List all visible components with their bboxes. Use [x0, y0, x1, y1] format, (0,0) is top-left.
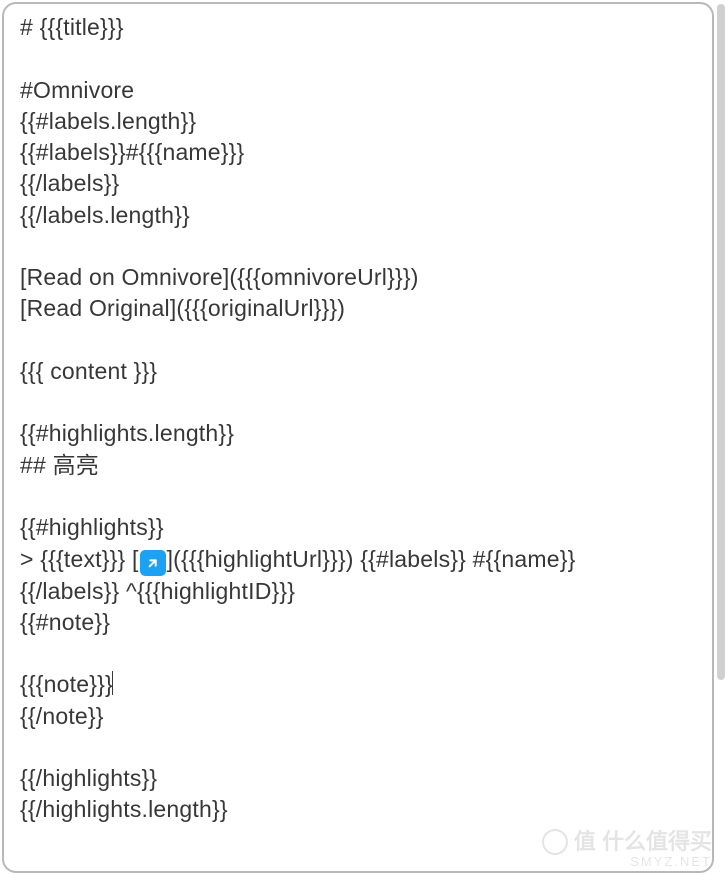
template-line: [Read on Omnivore]({{{omnivoreUrl}}}) — [20, 264, 419, 290]
template-textarea[interactable]: # {{{title}}} #Omnivore {{#labels.length… — [4, 4, 712, 871]
template-editor-box: # {{{title}}} #Omnivore {{#labels.length… — [2, 2, 714, 873]
template-line: {{/labels}} ^{{{highlightID}}} — [20, 578, 295, 604]
template-line: # {{{title}}} — [20, 14, 124, 40]
template-line: {{{ content }}} — [20, 358, 157, 384]
template-text: ]({{{highlightUrl}}}) {{#labels}} #{{nam… — [167, 546, 576, 572]
template-line: {{#highlights}} — [20, 514, 164, 540]
template-text: > {{{text}}} [ — [20, 546, 139, 572]
template-line: {{/highlights}} — [20, 765, 157, 791]
text-cursor — [112, 671, 113, 695]
scrollbar-thumb[interactable] — [717, 4, 725, 680]
template-line: {{/highlights.length}} — [20, 796, 228, 822]
scrollbar-track[interactable] — [717, 4, 725, 871]
template-line: {{/note}} — [20, 703, 104, 729]
template-line: {{#labels}}#{{{name}}} — [20, 139, 244, 165]
template-line: #Omnivore — [20, 77, 134, 103]
template-line: {{#note}} — [20, 609, 110, 635]
template-line: {{/labels.length}} — [20, 202, 190, 228]
link-arrow-icon — [140, 550, 166, 576]
template-line: [Read Original]({{{originalUrl}}}) — [20, 295, 345, 321]
template-line: {{{note}}} — [20, 671, 113, 697]
template-line: {{#highlights.length}} — [20, 420, 234, 446]
template-line: {{/labels}} — [20, 170, 119, 196]
template-line: ## 高亮 — [20, 452, 99, 478]
template-line: {{#labels.length}} — [20, 108, 196, 134]
